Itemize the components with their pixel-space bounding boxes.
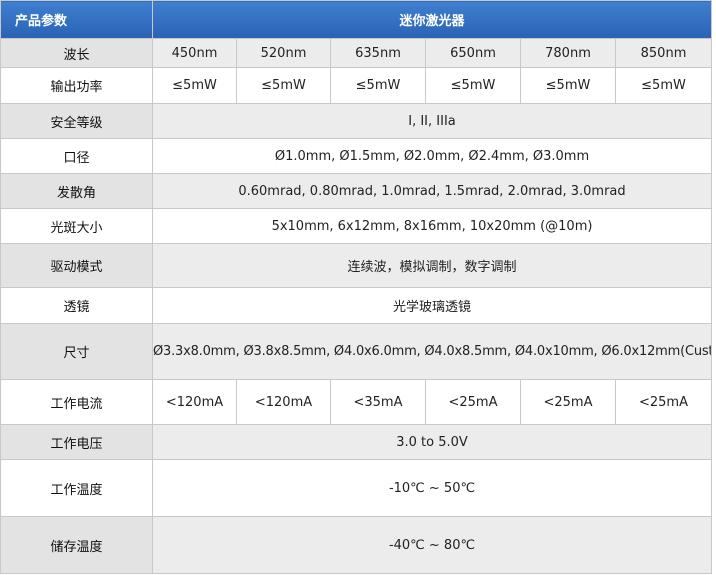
row-drive-mode: 驱动模式 连续波，模拟调制，数字调制 [0, 243, 713, 288]
operating-temp-label: 工作温度 [0, 459, 153, 517]
param-header: 产品参数 [0, 0, 153, 39]
operating-current-value: <25mA [520, 379, 616, 425]
spot-size-value: 5x10mm, 6x12mm, 8x16mm, 10x20mm (@10m) [151, 208, 713, 244]
row-operating-current: 工作电流 <120mA <120mA <35mA <25mA <25mA <25… [0, 379, 713, 425]
wavelength-value: 450nm [152, 38, 237, 68]
wavelength-label: 波长 [0, 38, 153, 68]
operating-current-value: <120mA [152, 379, 237, 425]
operating-voltage-value: 3.0 to 5.0V [151, 424, 713, 460]
row-output-power: 输出功率 ≤5mW ≤5mW ≤5mW ≤5mW ≤5mW ≤5mW [0, 67, 713, 104]
row-safety-class: 安全等级 I, II, IIIa [0, 103, 713, 139]
wavelength-value: 850nm [614, 38, 713, 68]
wavelength-value: 650nm [425, 38, 521, 68]
output-power-value: ≤5mW [330, 67, 426, 104]
lens-label: 透镜 [0, 287, 153, 324]
spec-table: 产品参数 迷你激光器 波长 450nm 520nm 635nm 650nm 78… [0, 0, 713, 574]
wavelength-value: 635nm [330, 38, 426, 68]
output-power-value: ≤5mW [425, 67, 521, 104]
drive-mode-value: 连续波，模拟调制，数字调制 [151, 243, 713, 288]
row-dimensions: 尺寸 Ø3.3x8.0mm, Ø3.8x8.5mm, Ø4.0x6.0mm, Ø… [0, 323, 713, 380]
dimensions-label: 尺寸 [0, 323, 153, 380]
row-storage-temp: 储存温度 -40℃ ~ 80℃ [0, 516, 713, 574]
row-operating-voltage: 工作电压 3.0 to 5.0V [0, 424, 713, 460]
storage-temp-value: -40℃ ~ 80℃ [151, 516, 713, 574]
row-operating-temp: 工作温度 -10℃ ~ 50℃ [0, 459, 713, 517]
operating-temp-value: -10℃ ~ 50℃ [151, 459, 713, 517]
drive-mode-label: 驱动模式 [0, 243, 153, 288]
operating-current-label: 工作电流 [0, 379, 153, 425]
lens-value: 光学玻璃透镜 [151, 287, 713, 324]
dimensions-value: Ø3.3x8.0mm, Ø3.8x8.5mm, Ø4.0x6.0mm, Ø4.0… [151, 323, 713, 380]
output-power-value: ≤5mW [614, 67, 713, 104]
storage-temp-label: 储存温度 [0, 516, 153, 574]
safety-class-label: 安全等级 [0, 103, 153, 139]
output-power-value: ≤5mW [520, 67, 616, 104]
header-row: 产品参数 迷你激光器 [0, 0, 713, 39]
operating-current-value: <120mA [236, 379, 331, 425]
wavelength-value: 780nm [520, 38, 616, 68]
operating-current-value: <25mA [614, 379, 713, 425]
row-spot-size: 光斑大小 5x10mm, 6x12mm, 8x16mm, 10x20mm (@1… [0, 208, 713, 244]
wavelength-value: 520nm [236, 38, 331, 68]
operating-voltage-label: 工作电压 [0, 424, 153, 460]
row-aperture: 口径 Ø1.0mm, Ø1.5mm, Ø2.0mm, Ø2.4mm, Ø3.0m… [0, 138, 713, 174]
output-power-value: ≤5mW [236, 67, 331, 104]
aperture-label: 口径 [0, 138, 153, 174]
row-lens: 透镜 光学玻璃透镜 [0, 287, 713, 324]
divergence-label: 发散角 [0, 173, 153, 209]
operating-current-value: <25mA [425, 379, 521, 425]
row-divergence: 发散角 0.60mrad, 0.80mrad, 1.0mrad, 1.5mrad… [0, 173, 713, 209]
output-power-label: 输出功率 [0, 67, 153, 104]
row-wavelength: 波长 450nm 520nm 635nm 650nm 780nm 850nm [0, 38, 713, 68]
product-title: 迷你激光器 [151, 0, 713, 39]
aperture-value: Ø1.0mm, Ø1.5mm, Ø2.0mm, Ø2.4mm, Ø3.0mm [151, 138, 713, 174]
operating-current-value: <35mA [330, 379, 426, 425]
spot-size-label: 光斑大小 [0, 208, 153, 244]
output-power-value: ≤5mW [152, 67, 237, 104]
divergence-value: 0.60mrad, 0.80mrad, 1.0mrad, 1.5mrad, 2.… [151, 173, 713, 209]
safety-class-value: I, II, IIIa [151, 103, 713, 139]
